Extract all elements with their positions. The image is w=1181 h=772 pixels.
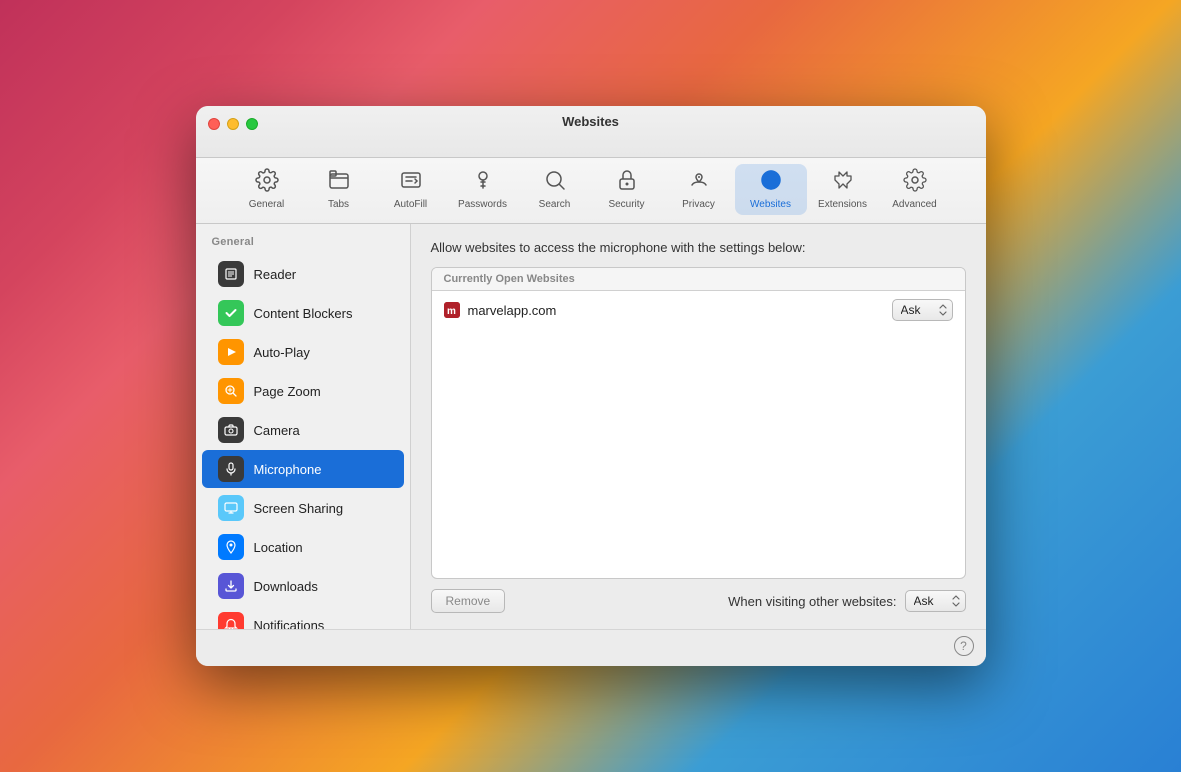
websites-table: Currently Open Websites m marvelapp.com — [431, 267, 966, 579]
camera-icon — [218, 417, 244, 443]
content-area: General Reader Content Block — [196, 224, 986, 629]
security-icon — [615, 168, 639, 196]
sidebar-item-reader[interactable]: Reader — [202, 255, 404, 293]
site-permission[interactable]: Ask Allow Deny — [892, 299, 953, 321]
permission-select-wrapper[interactable]: Ask Allow Deny — [892, 299, 953, 321]
location-icon — [218, 534, 244, 560]
toolbar-item-general[interactable]: General — [231, 164, 303, 215]
site-favicon: m — [444, 302, 460, 318]
sidebar-item-location[interactable]: Location — [202, 528, 404, 566]
general-label: General — [249, 199, 285, 211]
toolbar-item-tabs[interactable]: Tabs — [303, 164, 375, 215]
advanced-icon — [903, 168, 927, 196]
sidebar-item-screen-sharing[interactable]: Screen Sharing — [202, 489, 404, 527]
help-button[interactable]: ? — [954, 636, 974, 656]
content-blockers-icon — [218, 300, 244, 326]
toolbar-item-extensions[interactable]: Extensions — [807, 164, 879, 215]
sidebar-item-microphone[interactable]: Microphone — [202, 450, 404, 488]
maximize-button[interactable] — [246, 118, 258, 130]
window-footer: ? — [196, 629, 986, 666]
toolbar-item-autofill[interactable]: AutoFill — [375, 164, 447, 215]
autofill-icon — [399, 168, 423, 196]
table-header: Currently Open Websites — [432, 268, 965, 291]
page-zoom-icon — [218, 378, 244, 404]
panel-description: Allow websites to access the microphone … — [431, 240, 966, 255]
svg-text:m: m — [447, 306, 456, 317]
autofill-label: AutoFill — [394, 199, 427, 211]
websites-label: Websites — [750, 199, 791, 211]
other-permission-select[interactable]: Ask Allow Deny — [905, 590, 966, 612]
window-title: Websites — [562, 114, 619, 129]
permission-select[interactable]: Ask Allow Deny — [892, 299, 953, 321]
sidebar-screen-sharing-label: Screen Sharing — [254, 501, 344, 516]
sidebar-item-camera[interactable]: Camera — [202, 411, 404, 449]
sidebar-downloads-label: Downloads — [254, 579, 318, 594]
auto-play-icon — [218, 339, 244, 365]
sidebar-section-header: General — [196, 232, 410, 254]
screen-sharing-icon — [218, 495, 244, 521]
passwords-label: Passwords — [458, 199, 507, 211]
advanced-label: Advanced — [892, 199, 936, 211]
tabs-label: Tabs — [328, 199, 349, 211]
sidebar-location-label: Location — [254, 540, 303, 555]
table-row[interactable]: m marvelapp.com Ask Allow Deny — [432, 291, 965, 329]
search-icon — [543, 168, 567, 196]
sidebar-item-auto-play[interactable]: Auto-Play — [202, 333, 404, 371]
sidebar-auto-play-label: Auto-Play — [254, 345, 310, 360]
extensions-label: Extensions — [818, 199, 867, 211]
toolbar-item-websites[interactable]: Websites — [735, 164, 807, 215]
toolbar-item-search[interactable]: Search — [519, 164, 591, 215]
websites-icon — [759, 168, 783, 196]
search-label: Search — [539, 199, 571, 211]
sidebar-content-blockers-label: Content Blockers — [254, 306, 353, 321]
toolbar-item-passwords[interactable]: Passwords — [447, 164, 519, 215]
sidebar-page-zoom-label: Page Zoom — [254, 384, 321, 399]
titlebar: Websites — [196, 106, 986, 158]
other-websites-section: When visiting other websites: Ask Allow … — [728, 590, 965, 612]
privacy-icon — [687, 168, 711, 196]
security-label: Security — [608, 199, 644, 211]
sidebar-camera-label: Camera — [254, 423, 300, 438]
site-name: marvelapp.com — [468, 303, 884, 318]
sidebar-microphone-label: Microphone — [254, 462, 322, 477]
sidebar-reader-label: Reader — [254, 267, 297, 282]
privacy-label: Privacy — [682, 199, 715, 211]
other-permission-select-wrapper[interactable]: Ask Allow Deny — [905, 590, 966, 612]
notifications-icon — [218, 612, 244, 629]
microphone-icon — [218, 456, 244, 482]
bottom-bar: Remove When visiting other websites: Ask… — [431, 579, 966, 613]
reader-icon — [218, 261, 244, 287]
close-button[interactable] — [208, 118, 220, 130]
sidebar: General Reader Content Block — [196, 224, 411, 629]
sidebar-item-notifications[interactable]: Notifications — [202, 606, 404, 629]
table-body: m marvelapp.com Ask Allow Deny — [432, 291, 965, 578]
sidebar-item-page-zoom[interactable]: Page Zoom — [202, 372, 404, 410]
traffic-lights — [208, 118, 258, 130]
minimize-button[interactable] — [227, 118, 239, 130]
toolbar-item-security[interactable]: Security — [591, 164, 663, 215]
general-icon — [255, 168, 279, 196]
other-websites-label: When visiting other websites: — [728, 594, 896, 609]
downloads-icon — [218, 573, 244, 599]
extensions-icon — [831, 168, 855, 196]
main-panel: Allow websites to access the microphone … — [411, 224, 986, 629]
toolbar: General Tabs AutoFill — [196, 158, 986, 224]
passwords-icon — [471, 168, 495, 196]
main-window: Websites General Tabs — [196, 106, 986, 666]
toolbar-item-advanced[interactable]: Advanced — [879, 164, 951, 215]
toolbar-item-privacy[interactable]: Privacy — [663, 164, 735, 215]
sidebar-notifications-label: Notifications — [254, 618, 325, 630]
tabs-icon — [327, 168, 351, 196]
remove-button[interactable]: Remove — [431, 589, 506, 613]
sidebar-item-content-blockers[interactable]: Content Blockers — [202, 294, 404, 332]
sidebar-item-downloads[interactable]: Downloads — [202, 567, 404, 605]
